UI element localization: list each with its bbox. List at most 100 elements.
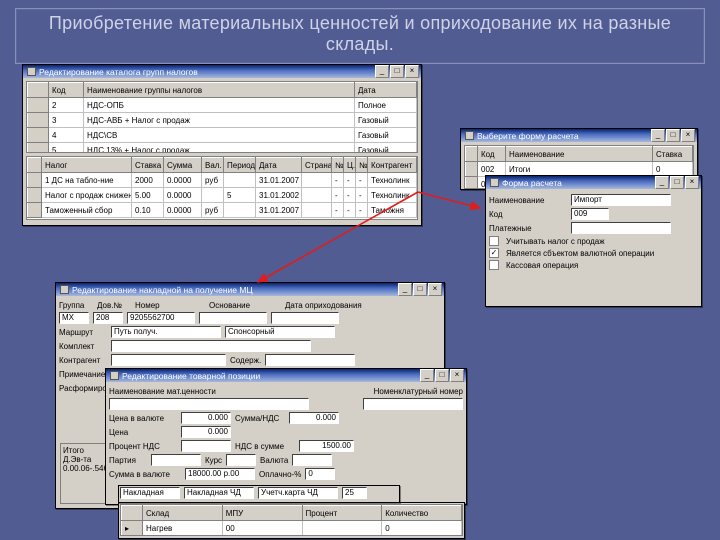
- col[interactable]: Контрагент: [368, 158, 417, 173]
- minimize-icon[interactable]: _: [375, 65, 389, 78]
- titlebar[interactable]: Редактирование товарной позиции _□×: [106, 369, 466, 382]
- maximize-icon[interactable]: □: [413, 283, 427, 296]
- grid-footer[interactable]: Склад МПУ Процент Количество ▸Нагрев000: [120, 504, 463, 536]
- fld-mr[interactable]: Путь получ.: [111, 326, 221, 338]
- fld-summa2[interactable]: 18000.00 р.00: [185, 468, 255, 480]
- fld-a[interactable]: Накладная: [120, 487, 180, 499]
- field-code[interactable]: 009: [571, 208, 609, 220]
- col[interactable]: Количество: [382, 506, 462, 521]
- lbl-kontr: Контрагент: [59, 356, 107, 365]
- field-pay[interactable]: [571, 222, 671, 234]
- col-code[interactable]: Код: [49, 83, 84, 98]
- lbl-val5: НДС в сумме: [235, 442, 295, 451]
- title-text: Редактирование товарной позиции: [122, 371, 420, 381]
- title-text: Форма расчета: [502, 178, 655, 188]
- window-calc-form: Форма расчета _□× НаименованиеИмпорт Код…: [485, 175, 702, 307]
- col[interactable]: Страна: [302, 158, 332, 173]
- checkbox-sales-tax[interactable]: [489, 236, 499, 246]
- table-row[interactable]: 5НДС 13% + Налог с продажГазовый: [28, 143, 417, 154]
- checkbox-cash-op[interactable]: [489, 260, 499, 270]
- table-row[interactable]: 1 ДС на табло-ние20000.0000руб31.01.2007…: [28, 173, 417, 188]
- close-icon[interactable]: ×: [681, 129, 695, 142]
- maximize-icon[interactable]: □: [390, 65, 404, 78]
- col[interactable]: МПУ: [222, 506, 302, 521]
- col[interactable]: Дата: [256, 158, 302, 173]
- grid-tax-detail[interactable]: Налог Ставка Сумма Вал. Период Дата Стра…: [26, 156, 418, 220]
- fld-osn[interactable]: [199, 312, 267, 324]
- titlebar[interactable]: Редактирование накладной на получение МЦ…: [56, 283, 444, 296]
- col[interactable]: Налог: [42, 158, 132, 173]
- table-row[interactable]: 3НДС-АВБ + Налог с продажГазовый: [28, 113, 417, 128]
- col[interactable]: Период: [224, 158, 256, 173]
- fld-b[interactable]: Накладная ЧД: [184, 487, 254, 499]
- fld-kom[interactable]: [111, 340, 311, 352]
- col[interactable]: Наименование: [506, 147, 653, 162]
- titlebar[interactable]: Выберите форму расчета _□×: [461, 129, 697, 142]
- title-text: Редактирование каталога групп налогов: [39, 67, 375, 77]
- fld-cena2[interactable]: 0.000: [181, 426, 231, 438]
- fld-dover[interactable]: 208: [93, 312, 123, 324]
- field-name[interactable]: Импорт: [571, 194, 671, 206]
- fld-impl[interactable]: Спонсорный: [225, 326, 335, 338]
- col[interactable]: Склад: [143, 506, 223, 521]
- col[interactable]: Процент: [302, 506, 382, 521]
- window-body: Код Наименование группы налогов Дата 2НД…: [23, 78, 421, 223]
- fld-sum1[interactable]: 0.000: [289, 412, 339, 424]
- maximize-icon[interactable]: □: [666, 129, 680, 142]
- table-row[interactable]: 2НДС-ОПБПолное: [28, 98, 417, 113]
- grid-tax-groups[interactable]: Код Наименование группы налогов Дата 2НД…: [26, 81, 418, 153]
- close-icon[interactable]: ×: [685, 176, 699, 189]
- title-text: Редактирование накладной на получение МЦ: [72, 285, 398, 295]
- col[interactable]: Вал.: [202, 158, 224, 173]
- col[interactable]: Ц.: [344, 158, 356, 173]
- titlebar[interactable]: Редактирование каталога групп налогов _ …: [23, 65, 421, 78]
- col[interactable]: №: [332, 158, 344, 173]
- fld-nm[interactable]: [109, 398, 309, 410]
- window-tax-catalog: Редактирование каталога групп налогов _ …: [22, 64, 422, 226]
- fld-dop[interactable]: [271, 312, 339, 324]
- col[interactable]: Сумма: [164, 158, 202, 173]
- fld-opl[interactable]: 0: [305, 468, 335, 480]
- lbl-kom: Комплект: [59, 342, 107, 351]
- fld-proc[interactable]: [181, 440, 231, 452]
- table-row[interactable]: ▸Нагрев000: [122, 521, 462, 536]
- slide-title-box: Приобретение материальных ценностей и оп…: [15, 8, 705, 64]
- close-icon[interactable]: ×: [428, 283, 442, 296]
- table-row[interactable]: Таможенный сбор0.100.0000руб31.01.2007--…: [28, 203, 417, 218]
- close-icon[interactable]: ×: [450, 369, 464, 382]
- fld-nom[interactable]: 9205562700: [127, 312, 195, 324]
- close-icon[interactable]: ×: [405, 65, 419, 78]
- fld-soder[interactable]: [265, 354, 355, 366]
- col-extra[interactable]: Дата: [355, 83, 417, 98]
- table-row[interactable]: Налог с продаж снижение5.000.0000531.01.…: [28, 188, 417, 203]
- maximize-icon[interactable]: □: [435, 369, 449, 382]
- minimize-icon[interactable]: _: [655, 176, 669, 189]
- fld-c[interactable]: Учетч.карта ЧД: [258, 487, 338, 499]
- fld-valuta[interactable]: [292, 454, 332, 466]
- table-row[interactable]: 4НДС\СВГазовый: [28, 128, 417, 143]
- fld-grp[interactable]: МХ: [59, 312, 89, 324]
- fld-kurs[interactable]: [226, 454, 256, 466]
- col[interactable]: №: [356, 158, 368, 173]
- fld-cena[interactable]: 0.000: [181, 412, 231, 424]
- chk-label: Является сбъектом валютной операции: [506, 249, 654, 258]
- lbl-grp: Группа: [59, 301, 93, 310]
- fld-nn[interactable]: [363, 398, 463, 410]
- checkbox-currency-op[interactable]: ✓: [489, 248, 499, 258]
- fld-val5[interactable]: 1500.00: [299, 440, 354, 452]
- fld-kontr[interactable]: [111, 354, 226, 366]
- col-name[interactable]: Наименование группы налогов: [84, 83, 355, 98]
- col[interactable]: Ставка: [653, 147, 693, 162]
- col[interactable]: Код: [478, 147, 506, 162]
- col[interactable]: Ставка: [132, 158, 164, 173]
- lbl-valuta: Валюта: [260, 456, 288, 465]
- fld-d[interactable]: 25: [342, 487, 367, 499]
- fld-partia[interactable]: [151, 454, 201, 466]
- titlebar[interactable]: Форма расчета _□×: [486, 176, 701, 189]
- label-code: Код: [489, 210, 567, 219]
- minimize-icon[interactable]: _: [398, 283, 412, 296]
- minimize-icon[interactable]: _: [651, 129, 665, 142]
- lbl-soder: Содерж.: [230, 356, 261, 365]
- minimize-icon[interactable]: _: [420, 369, 434, 382]
- maximize-icon[interactable]: □: [670, 176, 684, 189]
